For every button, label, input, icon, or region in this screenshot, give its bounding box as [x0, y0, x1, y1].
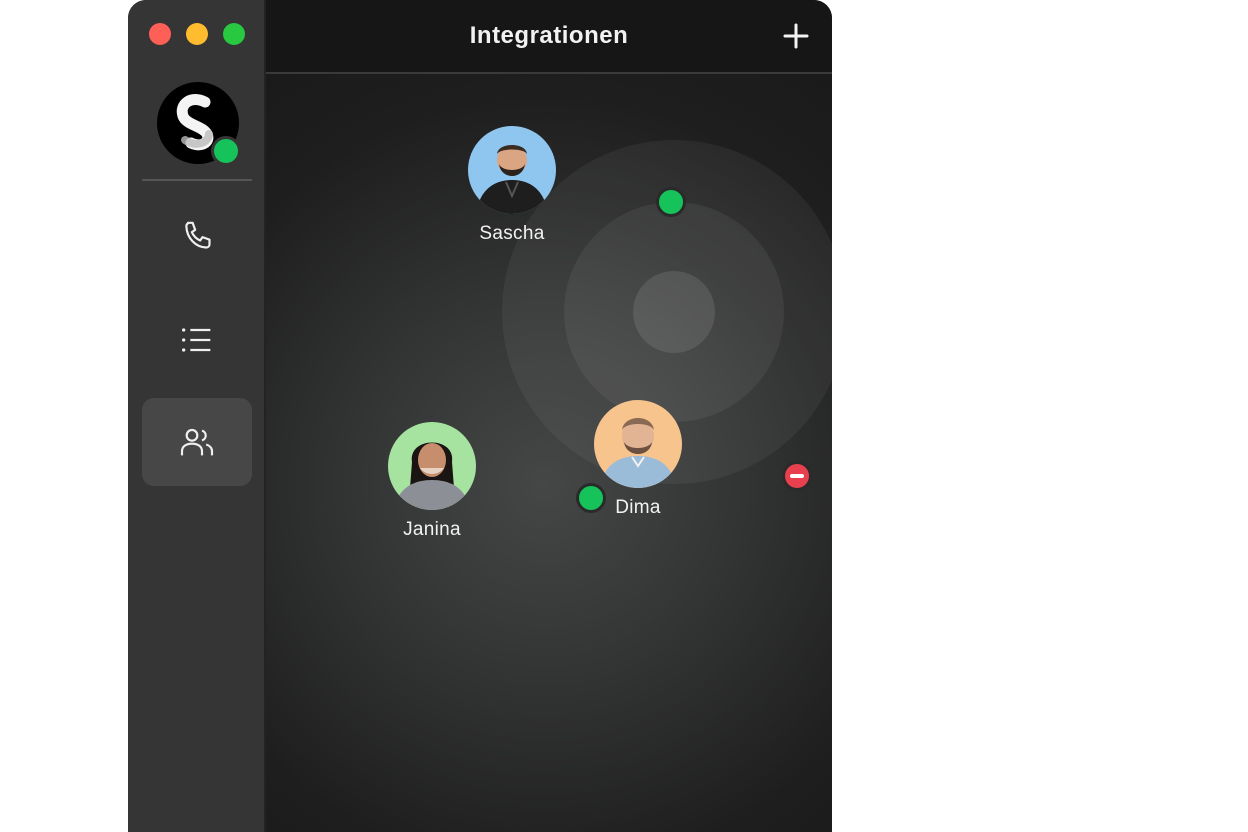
contact-name: Dima: [615, 497, 661, 518]
page-title: Integrationen: [469, 22, 629, 49]
avatar: [388, 422, 476, 510]
users-icon: [180, 428, 214, 456]
sidebar-divider: [142, 179, 252, 181]
title-bar: Integrationen: [266, 0, 832, 74]
contact-name: Janina: [403, 519, 461, 540]
sidebar-item-list[interactable]: [142, 296, 252, 384]
sidebar-item-calls[interactable]: [142, 193, 252, 281]
sidebar: [128, 0, 266, 832]
phone-icon: [185, 221, 211, 249]
status-online-indicator: [656, 187, 686, 217]
contact-name: Sascha: [479, 223, 545, 244]
close-window-button[interactable]: [149, 23, 171, 45]
list-icon: [182, 328, 211, 352]
avatar: [468, 126, 556, 214]
app-window: Integrationen Sascha Janina Dima: [128, 0, 832, 832]
contact-dima[interactable]: Dima: [578, 400, 698, 519]
status-do-not-disturb-indicator: [782, 461, 812, 491]
contact-sascha[interactable]: Sascha: [452, 126, 572, 245]
add-button[interactable]: [782, 22, 810, 50]
sidebar-item-contacts[interactable]: [142, 398, 252, 486]
minimize-window-button[interactable]: [186, 23, 208, 45]
contact-janina[interactable]: Janina: [372, 422, 492, 541]
zoom-window-button[interactable]: [223, 23, 245, 45]
own-status-online-indicator: [211, 136, 241, 166]
radar-center: [633, 271, 715, 353]
contacts-radar: Sascha Janina Dima: [266, 74, 832, 832]
avatar: [594, 400, 682, 488]
